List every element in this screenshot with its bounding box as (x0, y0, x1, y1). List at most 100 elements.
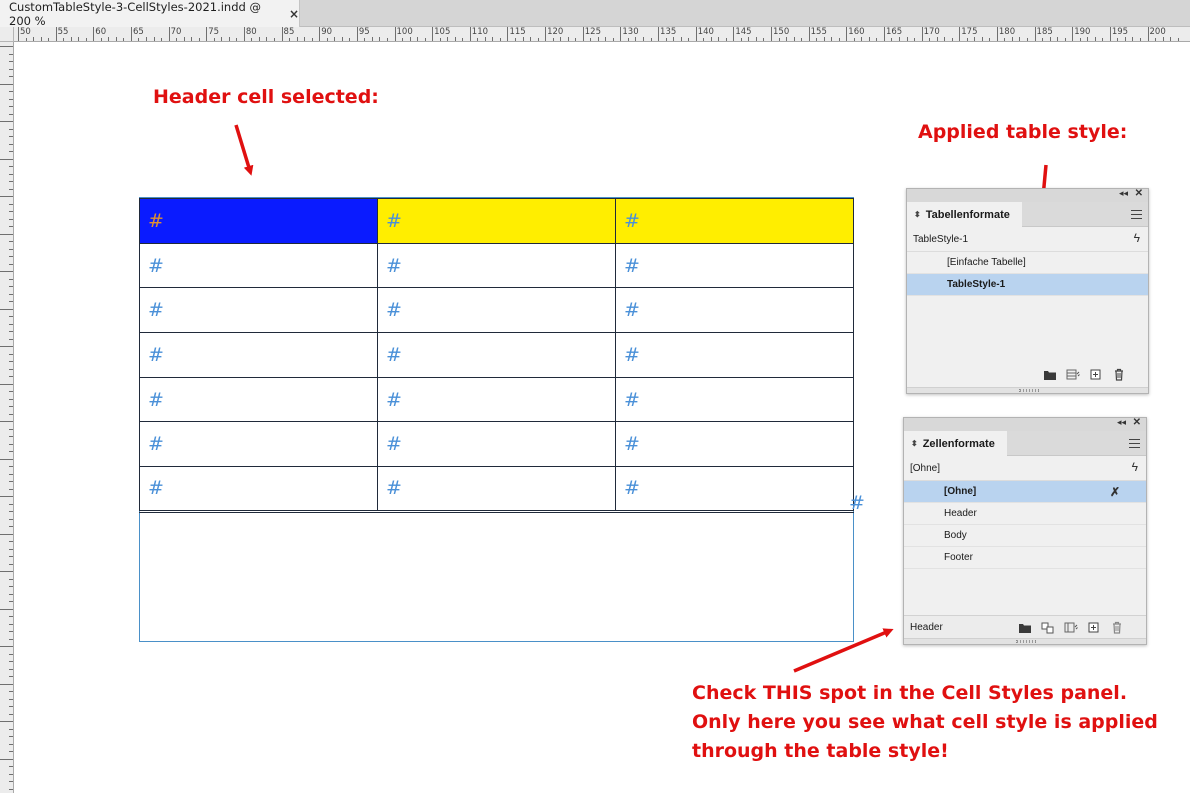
table-style-item-einfache-tabelle[interactable]: [Einfache Tabelle] (907, 252, 1148, 274)
body-cell[interactable]: # (139, 466, 378, 513)
ruler-minor-tick (9, 323, 13, 325)
body-cell[interactable]: # (139, 421, 378, 468)
body-cell[interactable]: # (615, 242, 854, 289)
ruler-minor-tick (9, 188, 13, 190)
quick-apply-icon[interactable]: ϟ (1134, 231, 1140, 245)
header-cell[interactable]: # (615, 198, 854, 244)
ruler-label: 70 (170, 27, 182, 37)
ruler-minor-tick (9, 211, 13, 212)
table-style-options-icon[interactable] (1066, 368, 1080, 381)
collapse-panel-icon[interactable]: ◂◂ (1119, 188, 1128, 199)
close-panel-icon[interactable]: ✕ (1135, 188, 1143, 199)
close-panel-icon[interactable]: ✕ (1133, 417, 1141, 428)
note-header-cell-selected: Header cell selected: (153, 86, 379, 108)
panel-resize-grip[interactable] (904, 638, 1146, 644)
panel-menu-icon[interactable] (1131, 210, 1142, 219)
body-cell[interactable]: # (377, 332, 616, 378)
document-tab-bar: CustomTableStyle-3-CellStyles-2021.indd … (0, 0, 1190, 28)
trash-icon[interactable] (1112, 368, 1126, 381)
body-cell[interactable]: # (615, 376, 854, 423)
ruler-label: 135 (660, 27, 677, 37)
table-row[interactable]: # # # (139, 376, 854, 423)
body-cell[interactable]: # (139, 287, 378, 334)
body-cell[interactable]: # (139, 242, 378, 289)
body-cell[interactable]: # (377, 376, 616, 423)
ruler-minor-tick (258, 37, 260, 41)
cell-text: # (386, 299, 402, 322)
vertical-ruler[interactable] (0, 42, 14, 793)
cell-style-item-ohne[interactable]: [Ohne] ✗ (904, 481, 1146, 503)
cell-style-item-footer[interactable]: Footer (904, 547, 1146, 569)
body-cell[interactable]: # (615, 332, 854, 378)
table-row[interactable]: # # # (139, 287, 854, 334)
ruler-minor-tick (9, 263, 13, 265)
ruler-minor-tick (484, 37, 486, 41)
panel-title-bar[interactable]: ◂◂ ✕ (907, 188, 1148, 202)
ruler-minor-tick (9, 376, 13, 377)
panel-title-bar[interactable]: ◂◂ ✕ (904, 417, 1146, 431)
table-row[interactable]: # # # (139, 242, 854, 289)
tab-cell-styles[interactable]: ⬍ Zellenformate (904, 431, 1007, 456)
header-cell[interactable]: # (377, 198, 616, 244)
tab-table-styles[interactable]: ⬍ Tabellenformate (907, 202, 1022, 227)
ruler-minor-tick (9, 436, 13, 437)
map-styles-icon[interactable] (1041, 621, 1055, 634)
ruler-minor-tick (183, 37, 185, 41)
table-row[interactable]: # # # (139, 466, 854, 513)
cell-style-item-header[interactable]: Header (904, 503, 1146, 525)
collapse-panel-icon[interactable]: ◂◂ (1117, 417, 1126, 428)
new-style-icon[interactable] (1087, 621, 1101, 634)
ruler-minor-tick (755, 37, 757, 41)
ruler-minor-tick (801, 38, 803, 41)
note-check-line-1: Check THIS spot in the Cell Styles panel… (692, 682, 1128, 704)
ruler-major-tick (0, 758, 13, 760)
folder-icon[interactable] (1043, 368, 1057, 381)
close-icon[interactable]: × (289, 7, 299, 21)
body-cell[interactable]: # (377, 421, 616, 468)
body-cell[interactable]: # (139, 376, 378, 423)
horizontal-ruler[interactable]: 50 55 60 65 70 75 80 85 90 95 100 105 110 115 120 125 13… (14, 27, 1190, 42)
body-cell[interactable]: # (615, 466, 854, 513)
panel-menu-icon[interactable] (1129, 439, 1140, 448)
ruler-minor-tick (981, 37, 983, 41)
ruler-major-tick (1109, 27, 1111, 41)
ruler-label: 200 (1149, 27, 1166, 37)
cell-style-options-icon[interactable] (1064, 621, 1078, 634)
body-cell[interactable]: # (139, 332, 378, 378)
ruler-label: 110 (471, 27, 489, 37)
ruler-minor-tick (627, 38, 629, 41)
new-style-icon[interactable] (1089, 368, 1103, 381)
ruler-minor-tick (853, 38, 855, 41)
body-cell[interactable]: # (615, 421, 854, 468)
selected-header-cell[interactable]: # (139, 198, 378, 244)
body-cell[interactable]: # (377, 287, 616, 334)
ruler-minor-tick (9, 728, 13, 730)
ruler-origin[interactable] (0, 27, 14, 42)
table-header-row[interactable]: # # # (139, 198, 854, 244)
ruler-minor-tick (1057, 37, 1059, 41)
folder-icon[interactable] (1018, 621, 1032, 634)
clear-overrides-icon[interactable]: ✗ (1110, 485, 1120, 499)
ruler-minor-tick (9, 556, 13, 557)
ruler-major-tick (55, 27, 57, 41)
ruler-major-tick (0, 571, 13, 572)
document-table[interactable]: # # # # # # # # # # # # # # # # # # # # # (139, 198, 854, 513)
body-cell[interactable]: # (377, 466, 616, 513)
cell-style-item-body[interactable]: Body (904, 525, 1146, 547)
table-style-item-tablestyle-1[interactable]: TableStyle-1 (907, 274, 1148, 296)
table-row[interactable]: # # # (139, 421, 854, 468)
body-cell[interactable]: # (615, 287, 854, 334)
ruler-minor-tick (123, 38, 125, 41)
table-row[interactable]: # # # (139, 332, 854, 378)
panel-resize-grip[interactable] (907, 387, 1148, 393)
ruler-minor-tick (9, 653, 13, 655)
ruler-minor-tick (228, 37, 230, 41)
ruler-minor-tick (9, 481, 13, 482)
document-tab[interactable]: CustomTableStyle-3-CellStyles-2021.indd … (0, 0, 300, 28)
quick-apply-icon[interactable]: ϟ (1132, 460, 1138, 474)
trash-icon[interactable] (1110, 621, 1124, 634)
ruler-label: 175 (961, 27, 978, 37)
body-cell[interactable]: # (377, 242, 616, 289)
ruler-minor-tick (9, 398, 13, 400)
panel-tab-row: ⬍ Tabellenformate (907, 202, 1148, 227)
